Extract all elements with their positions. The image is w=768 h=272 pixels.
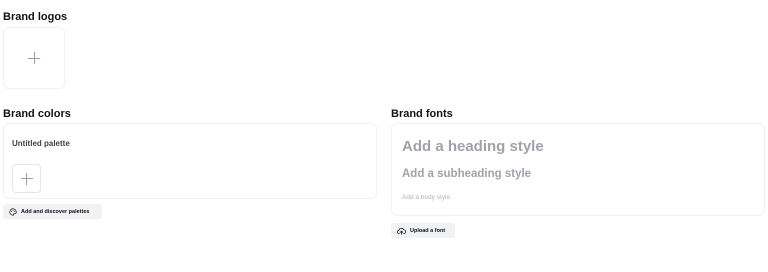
upload-font-button[interactable]: Upload a font (391, 223, 455, 238)
plus-icon (20, 172, 33, 185)
cloud-upload-icon (397, 227, 406, 235)
brand-colors-title: Brand colors (3, 108, 71, 120)
add-discover-palettes-button[interactable]: Add and discover palettes (3, 204, 102, 219)
add-heading-style[interactable]: Add a heading style (402, 138, 544, 155)
plus-icon (28, 52, 40, 64)
add-color-button[interactable] (12, 164, 41, 193)
add-body-style[interactable]: Add a body style (402, 194, 450, 201)
palette-icon (9, 207, 17, 216)
add-logo-button[interactable] (3, 27, 65, 89)
palette-name[interactable]: Untitled palette (12, 139, 70, 148)
upload-font-label: Upload a font (410, 227, 446, 234)
add-subheading-style[interactable]: Add a subheading style (402, 168, 531, 180)
fonts-card: Add a heading style Add a subheading sty… (391, 123, 765, 216)
brand-logos-title: Brand logos (3, 11, 68, 23)
palette-card: Untitled palette (3, 123, 377, 199)
brand-fonts-title: Brand fonts (391, 108, 453, 120)
add-discover-palettes-label: Add and discover palettes (21, 208, 90, 215)
